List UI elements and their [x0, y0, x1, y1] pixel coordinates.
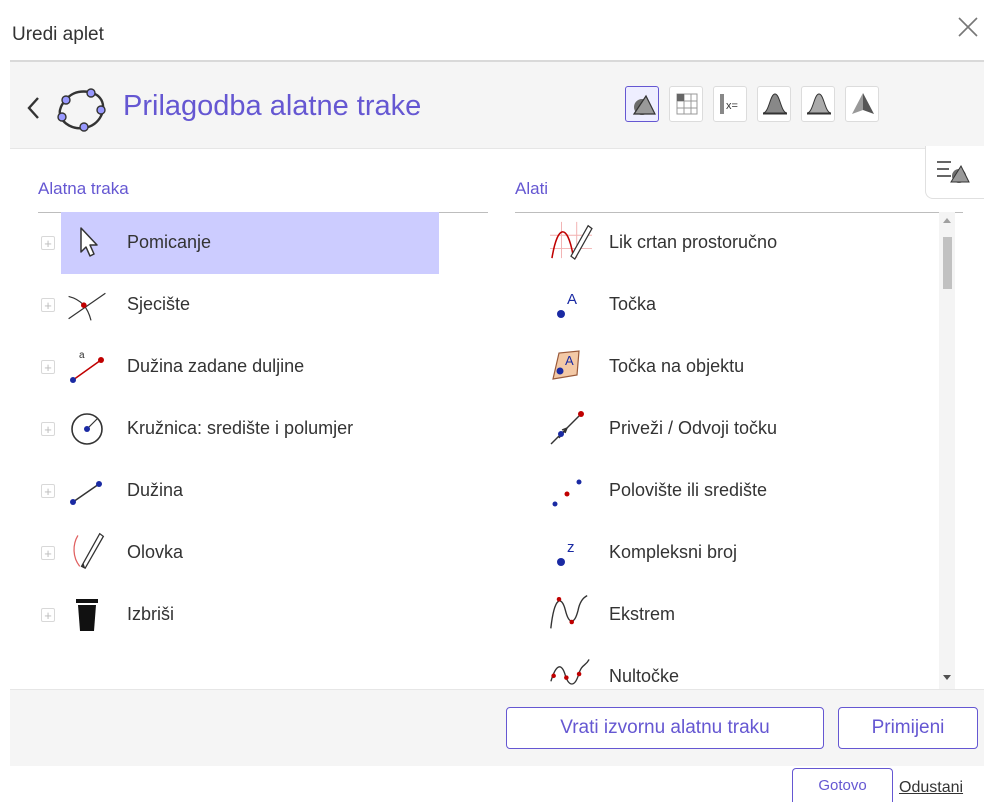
expand-icon[interactable]: +: [41, 360, 55, 374]
done-button[interactable]: Gotovo: [792, 768, 893, 802]
toolbar-item-segment-fixed[interactable]: + a Dužina zadane duljine: [32, 336, 472, 398]
tool-item-attach-detach[interactable]: Priveži / Odvoji točku: [515, 398, 939, 460]
graphics-menu-icon: [937, 161, 970, 183]
perspective-probability-button-2[interactable]: [801, 86, 835, 122]
tool-item-point[interactable]: A Točka: [515, 274, 939, 336]
complex-number-icon: z: [557, 539, 575, 566]
toolbar-column-heading: Alatna traka: [38, 179, 129, 198]
intersect-icon: [68, 292, 106, 321]
probability-icon: [762, 93, 788, 115]
svg-text:x=: x=: [726, 100, 738, 112]
probability-icon: [806, 93, 832, 115]
point-icon: A: [557, 291, 577, 318]
toolbar-item-label: Olovka: [127, 542, 184, 562]
selection-highlight: [61, 212, 439, 274]
perspective-3d-button[interactable]: [845, 86, 879, 122]
perspective-cas-button[interactable]: x=: [713, 86, 747, 122]
toolbar-item-label: Dužina zadane duljine: [127, 356, 305, 376]
perspective-graphics-button[interactable]: [625, 86, 659, 122]
attach-detach-point-icon: [550, 411, 584, 445]
pen-icon: [73, 532, 105, 570]
toolbar-customization-panel: Prilagodba alatne trake x= Alatna traka …: [10, 60, 984, 766]
segment-icon: [70, 481, 102, 505]
scroll-up-arrow-icon[interactable]: [943, 218, 951, 223]
scroll-down-arrow-icon[interactable]: [943, 675, 951, 680]
circle-center-radius-icon: [71, 413, 103, 445]
tool-label: Priveži / Odvoji točku: [609, 418, 778, 438]
move-arrow-icon: [80, 227, 98, 257]
graphics-icon: [632, 94, 656, 115]
tool-label: Polovište ili središte: [609, 480, 768, 500]
3d-graphics-icon: [852, 93, 874, 114]
side-panel-toggle[interactable]: [925, 146, 984, 199]
perspective-spreadsheet-button[interactable]: [669, 86, 703, 122]
tool-label: Točka na objektu: [609, 356, 745, 376]
toolbar-item-delete[interactable]: + Izbriši: [32, 584, 472, 646]
cas-icon: x=: [720, 94, 738, 114]
spreadsheet-icon: [676, 93, 698, 115]
tool-item-extremum[interactable]: Ekstrem: [515, 584, 939, 646]
apply-button[interactable]: Primijeni: [838, 707, 978, 749]
polygon-app-icon: [57, 88, 106, 132]
perspective-probability-button[interactable]: [757, 86, 791, 122]
tools-list[interactable]: Lik crtan prostoručno A Točka A Točka na…: [515, 212, 939, 689]
toolbar-item-label: Sjecište: [127, 294, 191, 314]
toolbar-item-circle[interactable]: + Kružnica: središte i polumjer: [32, 398, 472, 460]
tool-label: Nultočke: [609, 666, 680, 686]
expand-icon[interactable]: +: [41, 484, 55, 498]
tools-scrollbar[interactable]: [939, 212, 955, 690]
tool-label: Točka: [609, 294, 657, 314]
toolbar-item-label: Izbriši: [127, 604, 175, 624]
roots-icon: [550, 659, 590, 685]
dialog-title: Uredi aplet: [12, 24, 104, 45]
toolbar-item-pen[interactable]: + Olovka: [32, 522, 472, 584]
expand-icon[interactable]: +: [41, 298, 55, 312]
panel-header: Prilagodba alatne trake x=: [10, 62, 984, 149]
tool-item-complex[interactable]: z Kompleksni broj: [515, 522, 939, 584]
point-on-object-icon: A: [552, 350, 580, 380]
toolbar-item-move[interactable]: + Pomicanje: [32, 212, 472, 274]
page-title: Prilagodba alatne trake: [123, 90, 422, 122]
tool-label: Kompleksni broj: [609, 542, 738, 562]
tools-column-heading: Alati: [515, 179, 549, 198]
segment-fixed-length-icon: a: [70, 350, 104, 383]
tool-item-freehand[interactable]: Lik crtan prostoručno: [515, 212, 939, 274]
toolbar-item-label: Kružnica: središte i polumjer: [127, 418, 354, 438]
point-icon-label: A: [567, 291, 577, 308]
midpoint-icon: [552, 479, 582, 507]
freehand-shape-icon: [550, 221, 593, 260]
reset-toolbar-button[interactable]: Vrati izvornu alatnu traku: [506, 707, 824, 749]
expand-icon[interactable]: +: [41, 422, 55, 436]
complex-number-icon-label: z: [567, 539, 575, 556]
point-on-object-icon-label: A: [565, 353, 574, 368]
toolbar-item-label: Pomicanje: [127, 232, 212, 252]
extremum-icon: [550, 595, 588, 629]
back-arrow-icon[interactable]: [25, 95, 41, 121]
scroll-thumb[interactable]: [943, 237, 952, 289]
toolbar-item-segment[interactable]: + Dužina: [32, 460, 472, 522]
expand-icon[interactable]: +: [41, 608, 55, 622]
panel-footer: Vrati izvornu alatnu traku Primijeni: [10, 689, 984, 766]
trash-icon: [76, 599, 98, 631]
close-icon[interactable]: [957, 16, 979, 38]
tool-item-point-on-object[interactable]: A Točka na objektu: [515, 336, 939, 398]
expand-icon[interactable]: +: [41, 236, 55, 250]
expand-icon[interactable]: +: [41, 546, 55, 560]
tool-label: Ekstrem: [609, 604, 676, 624]
svg-text:a: a: [79, 350, 85, 361]
toolbar-item-intersect[interactable]: + Sjecište: [32, 274, 472, 336]
toolbar-item-label: Dužina: [127, 480, 184, 500]
cancel-link[interactable]: Odustani: [899, 779, 963, 797]
tool-label: Lik crtan prostoručno: [609, 232, 778, 252]
tool-item-roots[interactable]: Nultočke: [515, 646, 939, 689]
tool-item-midpoint[interactable]: Polovište ili središte: [515, 460, 939, 522]
